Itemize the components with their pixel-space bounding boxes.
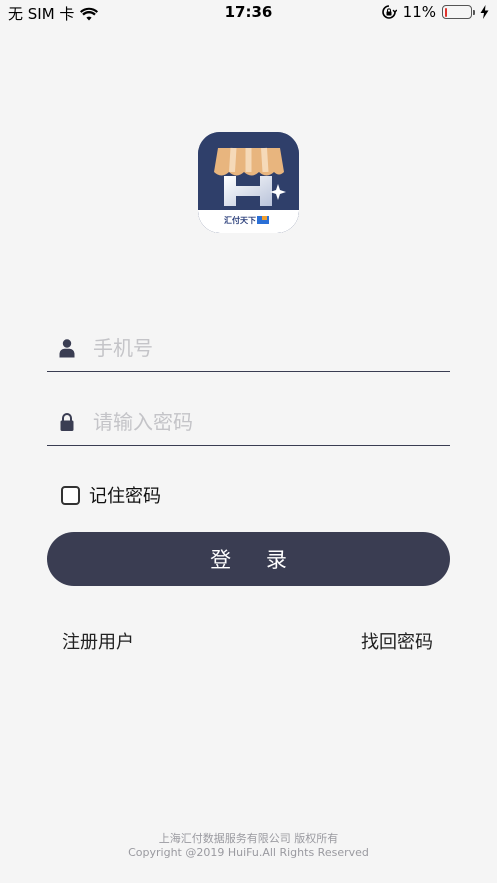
rotation-lock-icon <box>381 5 397 19</box>
user-icon <box>59 338 75 357</box>
carrier-label: 无 SIM 卡 <box>8 5 75 23</box>
forgot-password-link[interactable]: 找回密码 <box>361 628 433 654</box>
app-logo: 汇付天下 <box>198 132 299 233</box>
phone-field[interactable] <box>47 324 450 372</box>
phone-input[interactable] <box>93 335 433 360</box>
footer-company: 上海汇付数据服务有限公司 版权所有 <box>158 832 339 845</box>
status-right: 11% <box>381 3 489 21</box>
remember-label: 记住密码 <box>89 486 161 507</box>
remember-password[interactable]: 记住密码 <box>61 482 161 508</box>
battery-level <box>444 7 448 17</box>
battery-icon <box>442 5 475 19</box>
wifi-icon <box>80 7 99 20</box>
footer: 上海汇付数据服务有限公司 版权所有 Copyright @2019 HuiFu.… <box>0 832 497 860</box>
battery-percent: 11% <box>402 3 436 21</box>
password-input[interactable] <box>93 409 433 434</box>
login-screen: 无 SIM 卡 17:36 11% 汇付天下 手机号 记住密码 登 录 注册用户… <box>0 0 497 883</box>
footer-copyright: Copyright @2019 HuiFu.All Rights Reserve… <box>128 846 369 859</box>
login-button[interactable]: 登 录 <box>47 532 450 586</box>
checkbox-icon[interactable] <box>61 485 80 505</box>
password-field[interactable] <box>47 398 450 446</box>
lock-icon <box>60 412 74 431</box>
status-left: 无 SIM 卡 <box>8 3 99 24</box>
status-bar: 无 SIM 卡 17:36 11% <box>0 0 497 26</box>
logo-text: 汇付天下 <box>224 216 256 225</box>
register-link[interactable]: 注册用户 <box>62 628 134 654</box>
charging-bolt-icon <box>480 5 489 19</box>
